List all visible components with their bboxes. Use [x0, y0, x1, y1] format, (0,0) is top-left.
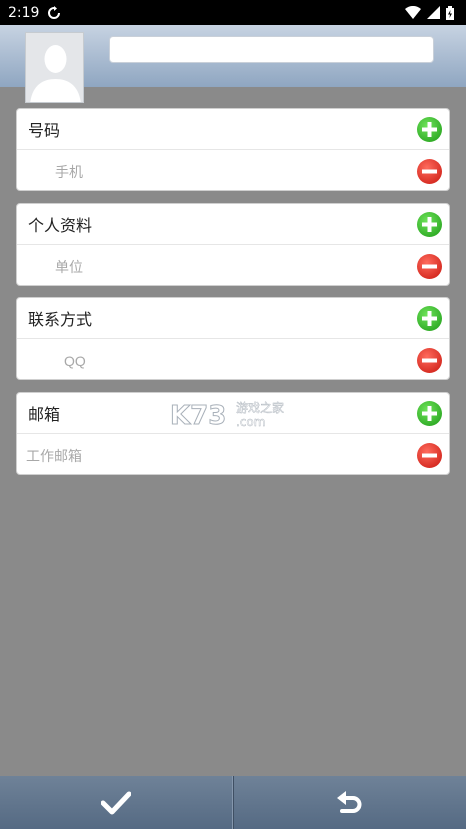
add-contact-method-button[interactable] [417, 306, 442, 331]
signal-icon [427, 6, 440, 19]
section-title: 个人资料 [28, 218, 93, 235]
plus-icon [422, 406, 437, 421]
plus-icon [422, 217, 437, 232]
section-title: 号码 [28, 123, 61, 140]
plus-icon [422, 122, 437, 137]
section-phone: 号码 手机 [16, 108, 450, 191]
watermark-domain: .com [236, 415, 265, 429]
minus-icon [422, 453, 437, 458]
section-email-field: 工作邮箱 [17, 435, 449, 476]
section-title: 邮箱 [28, 407, 61, 424]
watermark-text: 游戏之家 [236, 400, 284, 415]
minus-icon [422, 169, 437, 174]
undo-icon [337, 790, 362, 813]
section-contact-method-field: QQ [17, 340, 449, 381]
section-profile-field: 单位 [17, 246, 449, 287]
watermark-brand: K73 [170, 401, 226, 430]
section-phone-field: 手机 [17, 151, 449, 192]
remove-email-button[interactable] [417, 443, 442, 468]
checkmark-icon [101, 791, 131, 814]
remove-contact-method-button[interactable] [417, 348, 442, 373]
field-label[interactable]: 工作邮箱 [26, 446, 82, 466]
battery-icon [446, 5, 454, 20]
name-input[interactable] [109, 36, 434, 63]
sync-icon [48, 5, 61, 19]
plus-icon [422, 311, 437, 326]
field-label[interactable]: 单位 [55, 257, 83, 277]
section-profile: 个人资料 单位 [16, 203, 450, 286]
add-profile-button[interactable] [417, 212, 442, 237]
add-phone-button[interactable] [417, 117, 442, 142]
status-time: 2:19 [8, 4, 40, 21]
remove-profile-button[interactable] [417, 254, 442, 279]
section-contact-method: 联系方式 QQ [16, 297, 450, 380]
bottom-action-bar [0, 776, 466, 829]
field-label[interactable]: QQ [64, 353, 86, 369]
section-title: 联系方式 [28, 312, 93, 329]
status-bar: 2:19 [0, 0, 466, 25]
minus-icon [422, 264, 437, 269]
section-phone-header: 号码 [17, 109, 449, 150]
undo-button[interactable] [234, 776, 466, 829]
section-contact-method-header: 联系方式 [17, 298, 449, 339]
minus-icon [422, 358, 437, 363]
k73-watermark: K73 游戏之家 .com [170, 398, 300, 432]
remove-phone-button[interactable] [417, 159, 442, 184]
wifi-icon [405, 6, 421, 19]
person-silhouette-icon [26, 33, 83, 102]
contact-avatar[interactable] [25, 32, 84, 103]
add-email-button[interactable] [417, 401, 442, 426]
section-profile-header: 个人资料 [17, 204, 449, 245]
confirm-button[interactable] [0, 776, 232, 829]
field-label[interactable]: 手机 [55, 162, 83, 182]
